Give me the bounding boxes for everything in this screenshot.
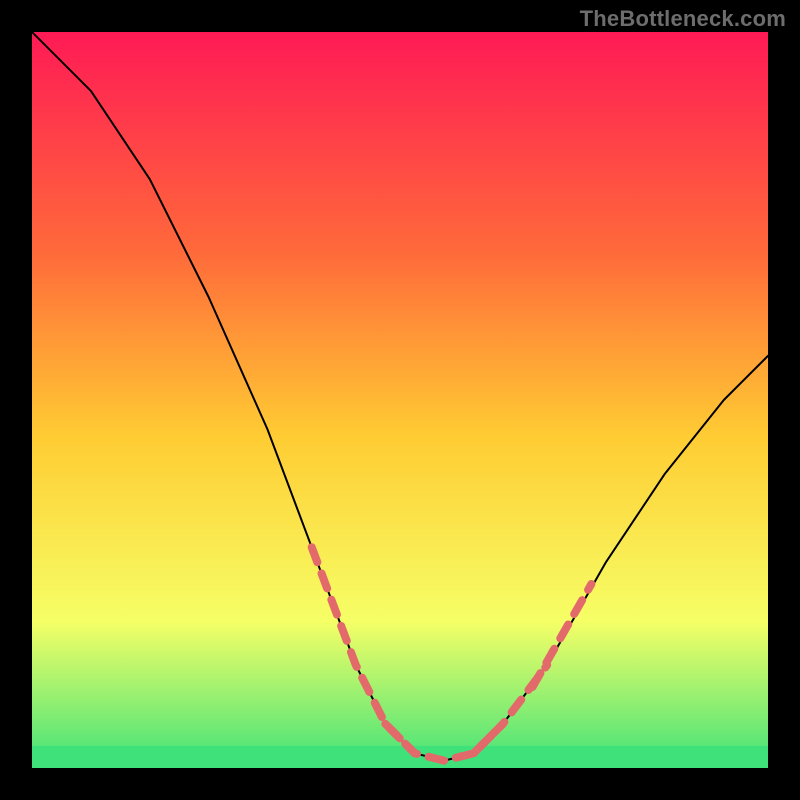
chart-frame: TheBottleneck.com — [0, 0, 800, 800]
gradient-background — [32, 32, 768, 768]
green-bottom-band — [32, 746, 768, 768]
watermark-text: TheBottleneck.com — [580, 6, 786, 32]
chart-svg — [32, 32, 768, 768]
plot-area — [32, 32, 768, 768]
